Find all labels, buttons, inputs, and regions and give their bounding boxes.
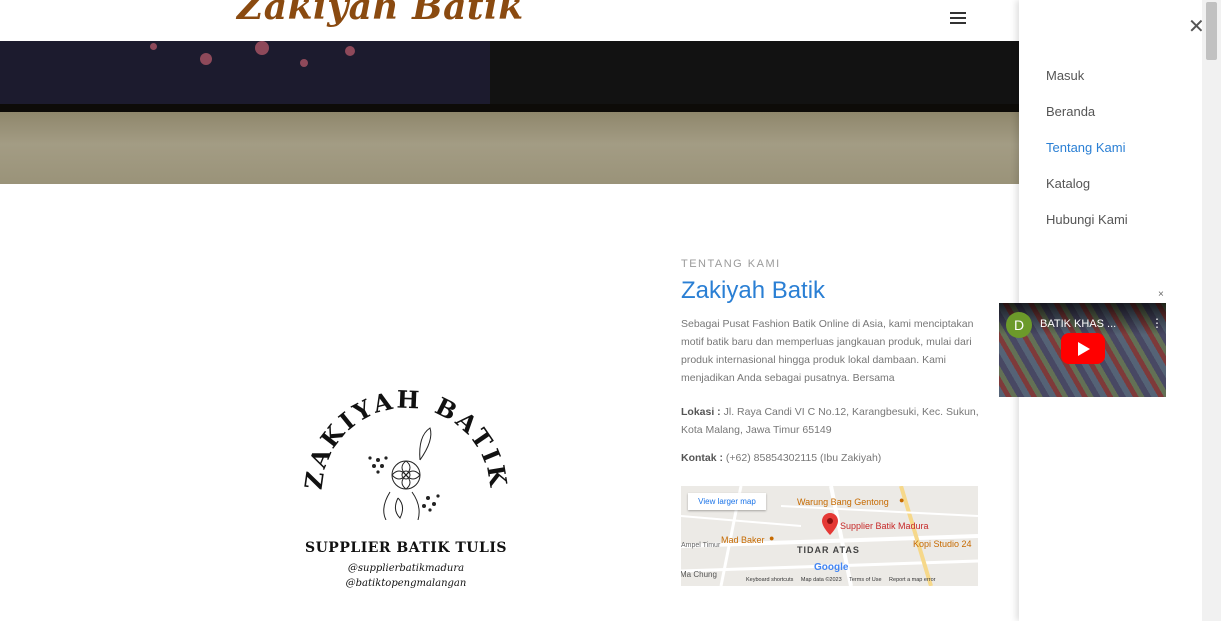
logo-handle-2: @batiktopengmalangan <box>345 578 467 589</box>
hero-decoration <box>345 46 355 56</box>
map-street-label: Ampel Timur <box>681 542 721 549</box>
location-value: Jl. Raya Candi VI C No.12, Karangbesuki,… <box>681 406 979 436</box>
hero-dark-area-right <box>490 41 1019 104</box>
restaurant-icon: ● <box>899 495 905 505</box>
scrollbar-thumb[interactable] <box>1206 2 1217 60</box>
map-footer-link[interactable]: Terms of Use <box>849 577 881 583</box>
google-logo: Google <box>814 562 849 573</box>
youtube-video-embed[interactable]: D BATIK KHAS ... ⋮ <box>999 303 1166 397</box>
map-pin-icon[interactable] <box>822 513 838 535</box>
logo-arc-graphic: ZAKIYAH BATIK <box>300 385 511 520</box>
more-options-icon[interactable]: ⋮ <box>1151 316 1163 330</box>
map-place-label: Supplier Batik Madura <box>840 521 929 531</box>
map-footer: Keyboard shortcuts Map data ©2023 Terms … <box>746 577 942 583</box>
hero-decoration <box>300 59 308 67</box>
contact-value: (+62) 85854302115 (Ibu Zakiyah) <box>725 452 882 464</box>
site-header: Zakiyah Batik <box>0 0 1019 41</box>
map-area-label: TIDAR ATAS <box>797 545 860 555</box>
menu-item-masuk[interactable]: Masuk <box>1046 68 1084 83</box>
brand-logo[interactable]: Zakiyah Batik <box>237 0 524 28</box>
menu-item-tentang-kami[interactable]: Tentang Kami <box>1046 140 1126 155</box>
location-label: Lokasi : <box>681 406 721 418</box>
menu-item-hubungi-kami[interactable]: Hubungi Kami <box>1046 212 1128 227</box>
zakiyah-batik-logo: ZAKIYAH BATIK SUPPLIER BATIK TULIS @supp… <box>300 380 512 595</box>
menu-item-katalog[interactable]: Katalog <box>1046 176 1090 191</box>
map-poi-label: Kopi Studio 24 <box>913 539 972 549</box>
video-title[interactable]: BATIK KHAS ... <box>1040 318 1116 330</box>
hamburger-menu-icon[interactable] <box>950 11 966 25</box>
contact-info: Kontak : (+62) 85854302115 (Ibu Zakiyah) <box>681 449 981 467</box>
map-poi-label: Ma Chung <box>681 570 717 579</box>
map-poi-label: Mad Baker <box>721 535 765 545</box>
hero-band <box>0 104 1019 112</box>
about-paragraph: Sebagai Pusat Fashion Batik Online di As… <box>681 318 974 384</box>
location-info: Lokasi : Jl. Raya Candi VI C No.12, Kara… <box>681 403 981 439</box>
menu-item-beranda[interactable]: Beranda <box>1046 104 1095 119</box>
hero-decoration <box>255 41 269 55</box>
play-button-icon[interactable] <box>1061 333 1105 364</box>
google-map-embed[interactable]: View larger map Supplier Batik Madura Wa… <box>681 486 978 586</box>
map-footer-link: Map data ©2023 <box>800 577 842 583</box>
channel-avatar[interactable]: D <box>1006 312 1032 338</box>
contact-label: Kontak : <box>681 452 723 464</box>
hero-dark-area <box>0 41 490 104</box>
view-larger-map-link[interactable]: View larger map <box>688 493 766 510</box>
map-footer-link[interactable]: Report a map error <box>889 577 935 583</box>
section-eyebrow: TENTANG KAMI <box>681 258 781 270</box>
map-poi-label: Warung Bang Gentong <box>797 497 889 507</box>
restaurant-icon: ● <box>769 533 775 543</box>
logo-handle-1: @supplierbatikmadura <box>347 563 465 574</box>
flower-dots <box>368 456 440 512</box>
hero-tan-area <box>0 112 1019 184</box>
hero-banner <box>0 41 1019 184</box>
video-close-icon[interactable]: × <box>1158 289 1164 300</box>
about-section: TENTANG KAMI Zakiyah Batik Sebagai Pusat… <box>681 258 981 467</box>
logo-tagline: SUPPLIER BATIK TULIS <box>304 540 507 556</box>
scrollbar[interactable] <box>1202 0 1221 621</box>
hero-decoration <box>150 43 157 50</box>
hero-decoration <box>200 53 212 65</box>
map-footer-link[interactable]: Keyboard shortcuts <box>746 577 793 583</box>
section-title: Zakiyah Batik <box>681 277 826 304</box>
